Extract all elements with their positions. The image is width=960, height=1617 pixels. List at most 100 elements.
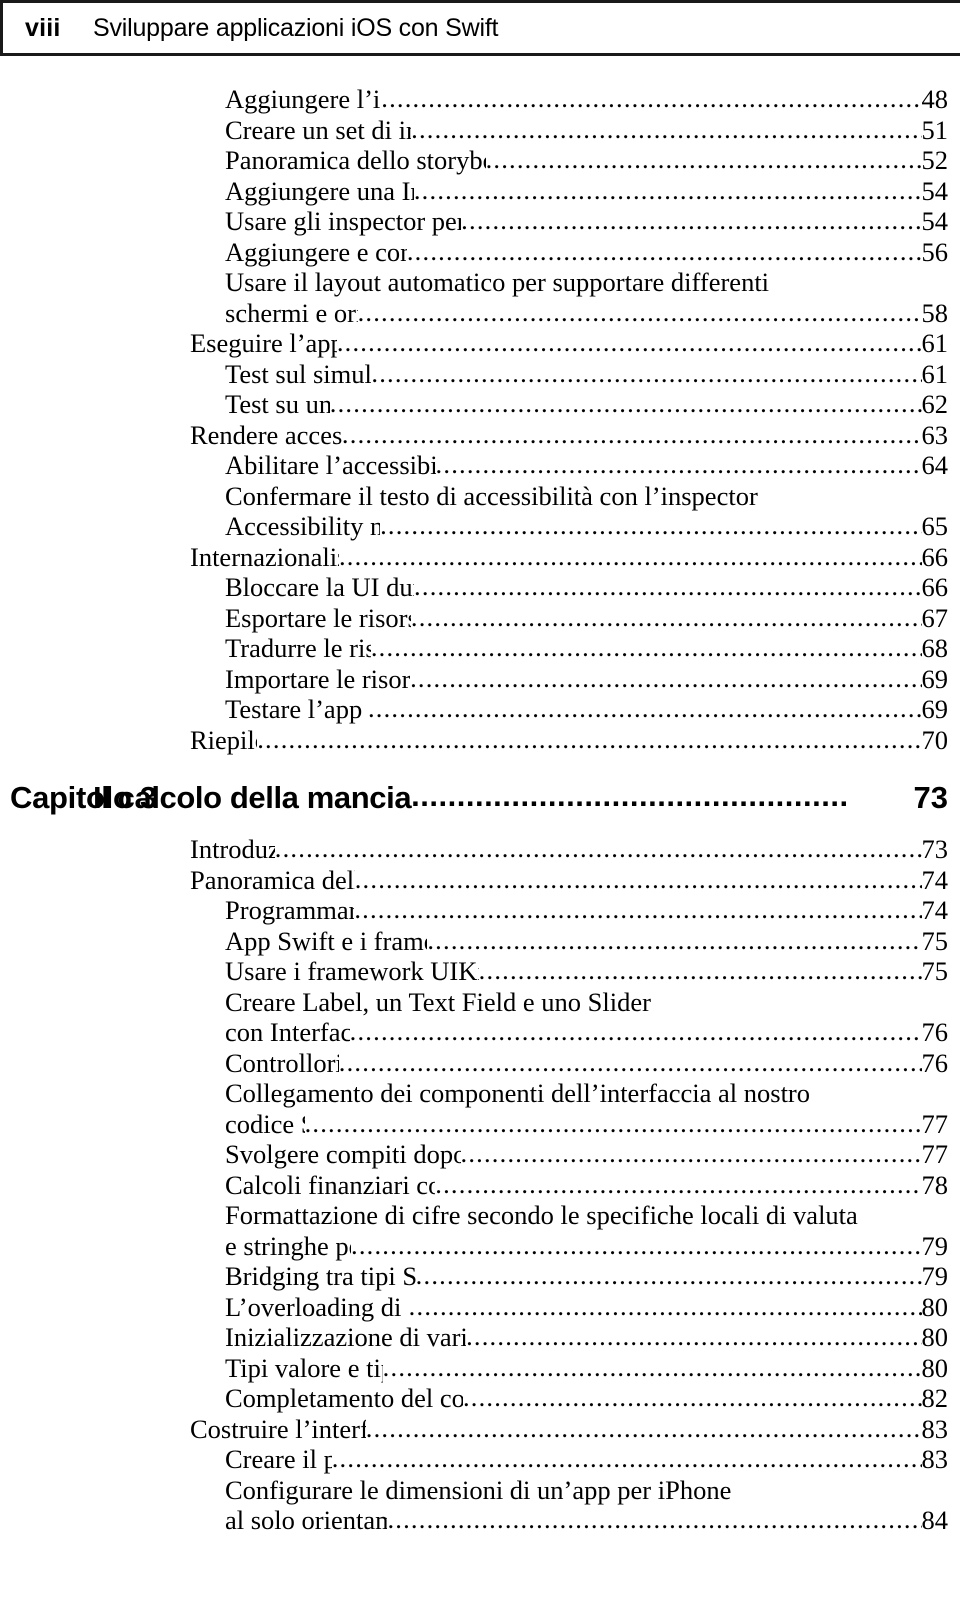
toc-leader-dots: ........................................… [435,1168,922,1199]
toc-entry-page-number: 64 [921,450,949,480]
toc-entry[interactable]: Test su un device.......................… [0,388,960,420]
toc-entry-label: Controllori di vista [225,1047,339,1078]
toc-leader-dots: ........................................… [336,327,922,357]
toc-entry[interactable]: Confermare il testo di accessibilità con… [0,481,960,512]
toc-entry[interactable]: Creare il progetto......................… [0,1443,960,1475]
toc-leader-dots: ........................................… [349,1016,922,1046]
toc-entry-label: Inizializzazione di variabili e tipi opz… [225,1322,467,1352]
toc-entry-page-number: 80 [921,1352,949,1383]
toc-entry-label: Creare Label, un Text Field e uno Slider [225,986,651,1017]
toc-entry-page-number: 68 [921,633,949,663]
toc-leader-dots: ........................................… [408,1290,922,1321]
toc-entry-page-number: 75 [921,956,949,986]
toc-entry-label: Completamento del codice nell’editor del… [225,1383,463,1413]
toc-entry-label: Panoramica dello storyboard e dell’area … [225,145,486,175]
toc-entry-page-number: 61 [921,328,949,358]
toc-entry-label: Svolgere compiti dopo il caricamento di … [225,1139,461,1169]
toc-entry[interactable]: Creare Label, un Text Field e uno Slider… [0,987,960,1018]
toc-entry-label: Bloccare la UI durante la traduzione [225,572,414,602]
toc-entry-label: Abilitare l’accessibilità per la Image V… [225,450,436,480]
toc-entry-label: Test sul simulatore di iOS [225,358,372,389]
toc-entry-label: Eseguire l’app Welcome [190,328,337,358]
toc-entry-label: Aggiungere una Image View alla UI [225,175,414,206]
toc-entry[interactable]: e stringhe percentuali..................… [0,1229,960,1262]
toc-entry[interactable]: Abilitare l’accessibilità per la Image V… [0,449,960,481]
toc-entry[interactable]: Bloccare la UI durante la traduzione....… [0,571,960,603]
toc-entry-label: Usare i framework UIKit e Foundation nel… [225,956,479,986]
toc-entry-page-number: 82 [921,1383,949,1413]
toc-entry[interactable]: Costruire l’interfaccia dell’app........… [0,1413,960,1445]
toc-entry[interactable]: Calcoli finanziari con NSDecimalNumber..… [0,1168,960,1201]
toc-entry-label: Usare gli inspector per configurare la I… [225,206,461,236]
toc-entry-label: Aggiungere e configurare la Label [225,236,407,267]
toc-leader-dots: ........................................… [380,510,921,540]
toc-entry[interactable]: Tipi valore e tipi riferimento..........… [0,1352,960,1384]
toc-leader-dots: ........................................… [410,662,922,693]
toc-entry-label: Introduzione [190,834,275,864]
toc-entry[interactable]: Creare un set di immagini per l’app.....… [0,114,960,146]
toc-entry-page-number: 51 [921,114,949,145]
toc-entry[interactable]: Usare gli inspector per configurare la I… [0,205,960,237]
toc-entry[interactable]: Panoramica dello storyboard e dell’area … [0,144,960,176]
toc-entry[interactable]: Aggiungere una Image View alla UI.......… [0,175,960,207]
toc-entry[interactable]: Riepilogo...............................… [0,723,960,756]
toc-entry[interactable]: App Swift e i framework Cocoa Touch®....… [0,925,960,957]
toc-entry[interactable]: Bridging tra tipi Swift e Objective-C...… [0,1260,960,1292]
toc-leader-dots: ........................................… [381,83,922,113]
toc-entry[interactable]: Rendere accessibile l’app...............… [0,419,960,451]
toc-leader-dots: ........................................… [257,723,921,754]
toc-entry[interactable]: Completamento del codice nell’editor del… [0,1382,960,1414]
toc-entry-page-number: 83 [921,1413,949,1444]
toc-entry[interactable]: Eseguire l’app Welcome..................… [0,327,960,359]
toc-entry-page-number: 65 [921,511,949,541]
toc-entry-label: App Swift e i framework Cocoa Touch® [225,925,427,956]
toc-entry[interactable]: Importare le risorse stringa tradotte...… [0,662,960,695]
toc-section-chapter3: Introduzione............................… [0,833,960,1536]
chapter-title: Il calcolo della mancia [93,780,412,815]
toc-entry-page-number: 69 [921,694,949,724]
toc-entry[interactable]: codice Swift............................… [0,1108,960,1140]
toc-entry[interactable]: Usare il layout automatico per supportar… [0,267,960,298]
toc-entry[interactable]: con Interface Builder...................… [0,1016,960,1048]
toc-entry[interactable]: Svolgere compiti dopo il caricamento di … [0,1138,960,1170]
toc-entry[interactable]: Tradurre le risorse stringa.............… [0,632,960,664]
toc-entry[interactable]: Testare l’app in spagnolo...............… [0,693,960,725]
chapter-heading-row[interactable]: Capitolo 3 Il calcolo della mancia .....… [0,778,960,817]
toc-entry-page-number: 77 [921,1108,949,1139]
toc-entry[interactable]: Programmare in Swift....................… [0,894,960,926]
toc-entry[interactable]: Esportare le risorse stringa della UI...… [0,602,960,634]
toc-entry-page-number: 75 [921,925,949,956]
toc-entry-page-number: 79 [921,1230,949,1261]
toc-entry[interactable]: Inizializzazione di variabili e tipi opz… [0,1321,960,1353]
toc-entry[interactable]: Aggiungere e configurare la Label.......… [0,236,960,268]
toc-entry[interactable]: Controllori di vista....................… [0,1046,960,1079]
toc-entry[interactable]: al solo orientamento verticale..........… [0,1504,960,1536]
toc-entry[interactable]: Test sul simulatore di iOS..............… [0,358,960,390]
toc-leader-dots: ........................................… [338,1046,922,1077]
toc-entry-label: Confermare il testo di accessibilità con… [225,480,758,511]
toc-entry-page-number: 79 [921,1261,949,1291]
toc-entry-label: Tipi valore e tipi riferimento [225,1352,383,1383]
toc-entry-page-number: 63 [921,419,949,450]
toc-entry-page-number: 78 [921,1169,949,1200]
toc-entry[interactable]: Panoramica delle tecnologie.............… [0,864,960,896]
toc-entry[interactable]: Introduzione............................… [0,833,960,865]
page-folio: viii [25,13,61,42]
toc-entry[interactable]: Accessibility nel simulatore............… [0,510,960,542]
toc-entry[interactable]: L’overloading di operatori in Swift.....… [0,1290,960,1323]
toc-leader-dots: ........................................… [351,1229,922,1260]
toc-entry-label: Bridging tra tipi Swift e Objective-C [225,1261,416,1291]
toc-entry[interactable]: Collegamento dei componenti dell’interfa… [0,1078,960,1109]
toc-entry-label: schermi e orientamenti [225,297,358,328]
toc-entry[interactable]: Usare i framework UIKit e Foundation nel… [0,955,960,987]
toc-entry-page-number: 67 [921,602,949,633]
chapter-leader-dots: ........................................… [411,778,849,813]
page-header: viii Sviluppare applicazioni iOS con Swi… [0,0,960,56]
toc-entry-page-number: 70 [921,724,949,755]
toc-entry[interactable]: Aggiungere l’icona dell’app.............… [0,83,960,115]
toc-entry[interactable]: Formattazione di cifre secondo le specif… [0,1200,960,1231]
toc-entry[interactable]: schermi e orientamenti..................… [0,297,960,329]
toc-entry[interactable]: Internazionalizzare l’app...............… [0,541,960,573]
toc-entry-page-number: 58 [921,297,949,328]
toc-entry[interactable]: Configurare le dimensioni di un’app per … [0,1475,960,1506]
